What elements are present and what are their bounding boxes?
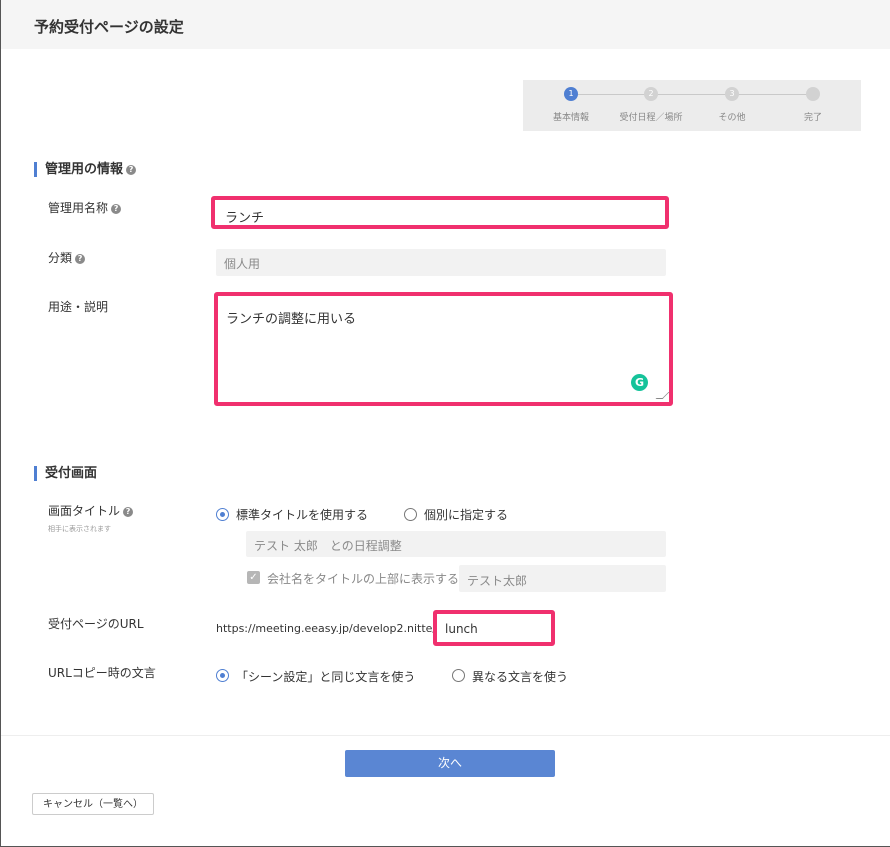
help-icon[interactable]: ? <box>75 253 86 264</box>
admin-name-label: 管理用名称? <box>48 199 122 216</box>
url-label: 受付ページのURL <box>48 617 144 631</box>
step-2-dot: 2 <box>644 87 658 101</box>
step-3-dot: 3 <box>725 87 739 101</box>
step-1-label: 基本情報 <box>552 113 590 123</box>
description-value: ランチの調整に用いる <box>226 312 357 327</box>
stepper-line <box>571 94 813 95</box>
company-name-field: テスト太郎 <box>459 565 666 592</box>
step-4-dot <box>806 87 820 101</box>
step-4-label: 完了 <box>803 113 823 123</box>
admin-name-label-text: 管理用名称 <box>48 201 109 215</box>
window-left-border <box>0 0 1 847</box>
reception-section-title: 受付画面 <box>45 466 98 481</box>
progress-stepper: 1 2 3 基本情報 受付日程／場所 その他 完了 <box>523 80 861 131</box>
url-slug-input[interactable]: lunch <box>433 610 555 646</box>
copy-text-label: URLコピー時の文言 <box>48 666 156 680</box>
step-3-label: その他 <box>718 113 746 123</box>
page-header: 予約受付ページの設定 <box>1 0 890 49</box>
reception-section-heading: 受付画面 <box>34 466 97 481</box>
url-prefix: https://meeting.eeasy.jp/develop2.nitte/ <box>216 622 437 635</box>
help-icon[interactable]: ? <box>123 506 134 517</box>
admin-section-title: 管理用の情報 <box>45 162 124 177</box>
radio-standard-title[interactable] <box>216 508 229 521</box>
show-company-checkbox[interactable]: ✓ <box>247 571 260 584</box>
title-preview-field: テスト 太郎 との日程調整 <box>246 531 666 557</box>
show-company-label[interactable]: 会社名をタイトルの上部に表示する <box>267 570 459 587</box>
resize-grip-icon[interactable] <box>655 392 670 399</box>
description-label: 用途・説明 <box>48 300 109 314</box>
grammarly-icon[interactable]: G <box>631 374 648 391</box>
category-label: 分類? <box>48 249 86 266</box>
admin-name-input[interactable]: ランチ <box>211 196 669 229</box>
category-field: 個人用 <box>216 249 666 276</box>
screen-title-label: 画面タイトル? <box>48 502 134 519</box>
url-slug-value: lunch <box>445 622 478 636</box>
screen-title-sublabel: 相手に表示されます <box>48 525 111 533</box>
radio-same-text[interactable] <box>216 669 229 682</box>
step-2-label: 受付日程／場所 <box>619 113 683 123</box>
cancel-button[interactable]: キャンセル（一覧へ） <box>32 793 154 815</box>
check-icon: ✓ <box>249 572 258 583</box>
radio-same-text-label[interactable]: 「シーン設定」と同じ文言を使う <box>236 668 415 685</box>
category-value: 個人用 <box>224 257 261 271</box>
description-textarea[interactable]: ランチの調整に用いる G <box>214 292 673 406</box>
radio-standard-title-label[interactable]: 標準タイトルを使用する <box>236 506 368 523</box>
company-name-value: テスト太郎 <box>467 574 528 588</box>
title-preview-value: テスト 太郎 との日程調整 <box>254 539 402 553</box>
page-title: 予約受付ページの設定 <box>34 18 184 36</box>
screen-title-label-text: 画面タイトル <box>48 504 121 518</box>
help-icon[interactable]: ? <box>111 203 122 214</box>
radio-custom-title-label[interactable]: 個別に指定する <box>424 506 508 523</box>
admin-name-value: ランチ <box>225 211 265 226</box>
admin-section-heading: 管理用の情報? <box>34 162 137 177</box>
radio-different-text[interactable] <box>452 669 465 682</box>
radio-different-text-label[interactable]: 異なる文言を使う <box>472 668 568 685</box>
step-1-dot: 1 <box>564 87 578 101</box>
category-label-text: 分類 <box>48 251 73 265</box>
footer-divider <box>1 735 890 736</box>
help-icon[interactable]: ? <box>126 164 137 175</box>
next-button[interactable]: 次へ <box>345 750 555 777</box>
radio-custom-title[interactable] <box>404 508 417 521</box>
